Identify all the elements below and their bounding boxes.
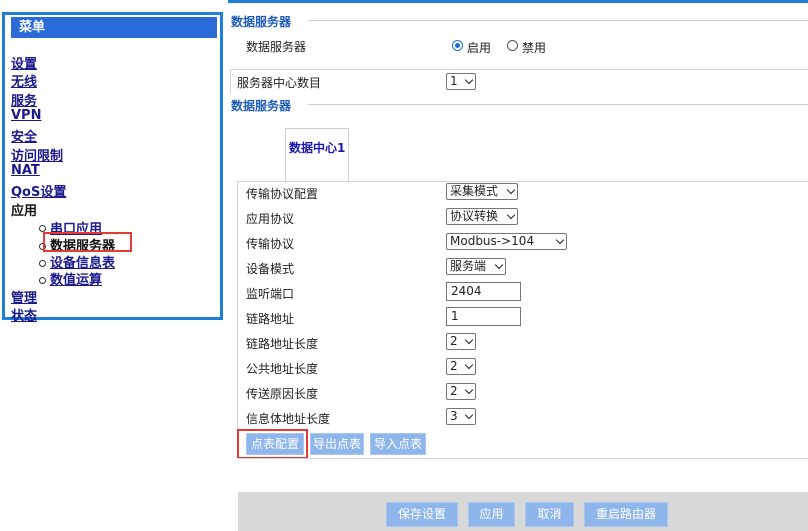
transport-config-select[interactable]: 采集模式: [446, 183, 518, 200]
chevron-down-icon: [506, 185, 516, 195]
chevron-down-icon: [494, 260, 504, 270]
chevron-down-icon: [464, 335, 474, 345]
tab-data-center-1[interactable]: 数据中心1: [285, 128, 349, 181]
panel-bottom-line: [237, 458, 808, 459]
menu-item-status[interactable]: 状态: [11, 305, 37, 324]
link-addr-len-label: 链路地址长度: [246, 337, 319, 351]
chevron-down-icon: [506, 210, 516, 220]
menu-item-nat[interactable]: NAT: [11, 163, 40, 178]
device-mode-label: 设备模式: [246, 262, 295, 276]
section-title-data-server: 数据服务器: [231, 15, 292, 29]
reboot-router-button[interactable]: 重启路由器: [584, 502, 668, 527]
chevron-down-icon: [464, 75, 474, 85]
transport-protocol-select[interactable]: Modbus->104: [446, 233, 567, 250]
server-count-select[interactable]: 1: [446, 73, 476, 90]
chevron-down-icon: [464, 410, 474, 420]
tab-bottom-line: [237, 181, 808, 182]
menu-item-settings[interactable]: 设置: [11, 53, 37, 72]
info-addr-len-select[interactable]: 3: [446, 408, 476, 425]
divider: [230, 69, 808, 70]
link-addr-label: 链路地址: [246, 312, 295, 326]
data-server-label: 数据服务器: [246, 40, 307, 54]
info-addr-len-label: 信息体地址长度: [246, 412, 331, 426]
save-settings-button[interactable]: 保存设置: [386, 502, 458, 527]
device-mode-select[interactable]: 服务端: [446, 258, 506, 275]
common-addr-len-select[interactable]: 2: [446, 358, 476, 375]
bullet-icon: [39, 225, 46, 232]
app-protocol-select[interactable]: 协议转换: [446, 208, 518, 225]
export-points-button[interactable]: 导出点表: [310, 433, 364, 455]
cause-len-label: 传送原因长度: [246, 387, 319, 401]
submenu-item-value-calc[interactable]: 数值运算: [50, 269, 102, 288]
link-addr-input[interactable]: 1: [446, 307, 521, 326]
section-title-data-server-2: 数据服务器: [231, 99, 292, 113]
transport-config-label: 传输协议配置: [246, 187, 319, 201]
top-accent-line: [228, 0, 808, 3]
chevron-down-icon: [464, 385, 474, 395]
import-points-button[interactable]: 导入点表: [370, 433, 426, 455]
menu-item-access-limit[interactable]: 访问限制: [11, 145, 63, 164]
section-divider: [308, 20, 808, 21]
chevron-down-icon: [464, 360, 474, 370]
bullet-icon: [39, 260, 46, 267]
cancel-button[interactable]: 取消: [525, 502, 574, 527]
cause-len-select[interactable]: 2: [446, 383, 476, 400]
chevron-down-icon: [555, 235, 565, 245]
menu-item-wireless[interactable]: 无线: [11, 71, 37, 90]
transport-protocol-label: 传输协议: [246, 237, 295, 251]
app-protocol-label: 应用协议: [246, 212, 295, 226]
point-config-button[interactable]: 点表配置: [246, 433, 304, 455]
menu-item-security[interactable]: 安全: [11, 126, 37, 145]
sidebar-menu: 菜单 设置 无线 服务 VPN 安全 访问限制 NAT QoS设置 应用 串口应…: [2, 12, 223, 324]
section-divider: [308, 104, 808, 105]
menu-item-manage[interactable]: 管理: [11, 287, 37, 306]
bullet-icon: [39, 277, 46, 284]
menu-item-vpn[interactable]: VPN: [11, 108, 41, 123]
footer-bar: [238, 492, 808, 531]
listen-port-input[interactable]: 2404: [446, 282, 521, 301]
server-count-label: 服务器中心数目: [237, 76, 322, 90]
menu-item-application: 应用: [11, 204, 38, 219]
link-addr-len-select[interactable]: 2: [446, 333, 476, 350]
apply-button[interactable]: 应用: [468, 502, 515, 527]
listen-port-label: 监听端口: [246, 287, 295, 301]
radio-enable-label: 启用: [467, 41, 492, 55]
common-addr-len-label: 公共地址长度: [246, 362, 319, 376]
menu-item-services[interactable]: 服务: [11, 90, 37, 109]
radio-enable[interactable]: [452, 40, 463, 51]
active-item-highlight: [43, 232, 132, 252]
radio-disable-label: 禁用: [522, 41, 547, 55]
divider: [230, 69, 231, 93]
radio-disable[interactable]: [507, 40, 518, 51]
menu-item-qos[interactable]: QoS设置: [11, 181, 66, 200]
panel-left-border: [237, 181, 238, 458]
menu-header: 菜单: [11, 17, 217, 38]
